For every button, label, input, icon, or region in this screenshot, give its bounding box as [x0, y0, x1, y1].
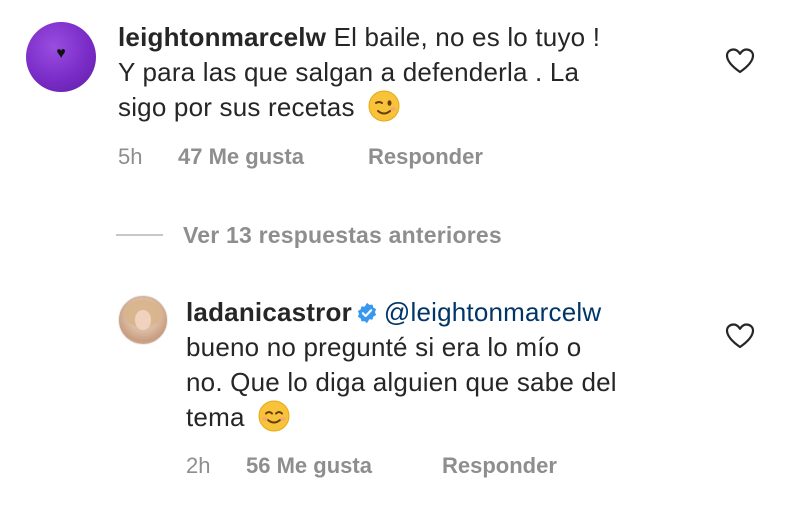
smiling-face-emoji-icon — [258, 400, 290, 432]
comment-line: sigo por sus recetas — [118, 92, 355, 122]
comment-line: no. Que lo diga alguien que sabe del — [186, 367, 617, 397]
avatar[interactable]: ♥ — [26, 22, 96, 92]
comment-text: leightonmarcelw El baile, no es lo tuyo … — [118, 20, 688, 125]
comment-line: bueno no pregunté si era lo mío o — [186, 332, 582, 362]
view-replies-label[interactable]: Ver 13 respuestas anteriores — [183, 222, 502, 249]
timestamp: 5h — [118, 144, 143, 169]
reply-button[interactable]: Responder — [368, 144, 483, 170]
winking-face-emoji-icon — [368, 90, 400, 122]
comment-meta: 5h 47 Me gusta Responder — [118, 144, 483, 170]
timestamp: 2h — [186, 453, 211, 478]
like-heart-icon[interactable] — [725, 322, 755, 350]
comment-text: ladanicastror @leightonmarcelw bueno no … — [186, 295, 696, 435]
view-previous-replies[interactable]: Ver 13 respuestas anteriores — [116, 220, 502, 250]
reply-button[interactable]: Responder — [442, 453, 557, 479]
like-heart-icon[interactable] — [725, 47, 755, 75]
avatar-face — [135, 310, 151, 330]
likes-count[interactable]: 47 Me gusta — [178, 144, 368, 170]
comment-line: tema — [186, 402, 245, 432]
comment-line: El baile, no es lo tuyo ! — [326, 22, 601, 52]
comment-line: Y para las que salgan a defenderla . La — [118, 57, 580, 87]
divider-line — [116, 234, 163, 236]
likes-count[interactable]: 56 Me gusta — [246, 453, 442, 479]
heart-doodle-icon: ♥ — [56, 45, 66, 62]
mention-link[interactable]: @leightonmarcelw — [384, 297, 601, 327]
username[interactable]: leightonmarcelw — [118, 22, 326, 52]
username[interactable]: ladanicastror — [186, 297, 352, 327]
verified-badge-icon — [357, 302, 376, 324]
avatar[interactable] — [118, 295, 168, 345]
comment-meta: 2h 56 Me gusta Responder — [186, 453, 557, 479]
